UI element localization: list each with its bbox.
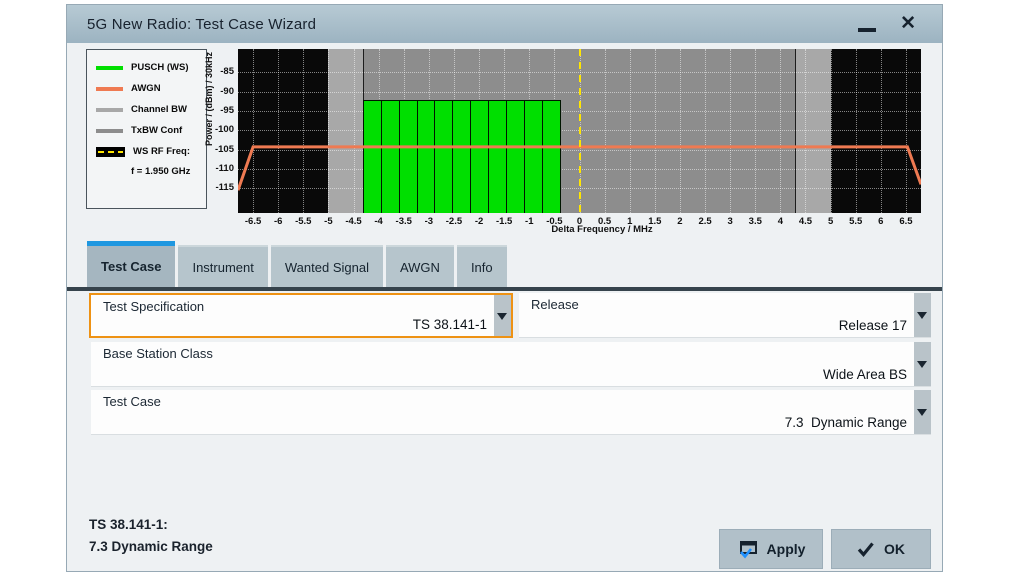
test-case-field[interactable]: Test Case 7.3 Dynamic Range [91,390,931,435]
chevron-down-icon[interactable] [914,390,931,434]
legend-item-label: Channel BW [131,104,187,115]
minimize-button[interactable] [856,13,878,35]
apply-button[interactable]: Apply [719,529,823,569]
check-icon [857,541,875,557]
channel-bw-swatch-icon [96,108,123,112]
legend-item-channel-bw: Channel BW [87,99,206,120]
close-button[interactable]: ✕ [900,13,916,35]
txbw-conf-swatch-icon [96,129,123,133]
legend-item-ws-rf-freq: WS RF Freq: [87,141,206,162]
legend-item-pusch-ws: PUSCH (WS) [87,57,206,78]
tab-divider [67,287,942,291]
ws-rf-freq-swatch-icon [96,147,125,157]
legend-item-label: WS RF Freq: [133,146,190,157]
spectrum-preview-panel: PUSCH (WS) AWGN Channel BW TxBW Conf WS RF F… [67,43,942,241]
titlebar: 5G New Radio: Test Case Wizard ✕ [67,5,942,43]
minimize-icon [858,28,876,32]
y-tick-label: -100 [208,124,234,135]
tab-test-case[interactable]: Test Case [87,241,175,287]
screen: { "window": { "title": "5G New Radio: Te… [0,0,1024,576]
legend-item-label: AWGN [131,83,161,94]
y-tick-label: -105 [208,144,234,155]
y-tick-label: -110 [208,163,234,174]
tab-bar: Test CaseInstrumentWanted SignalAWGNInfo [87,241,507,287]
base-station-class-value: Wide Area BS [823,367,907,382]
legend-item-label: PUSCH (WS) [131,62,189,73]
test-case-label: Test Case [103,394,161,409]
release-value: Release 17 [839,318,907,333]
test-specification-label: Test Specification [103,299,204,314]
legend-frequency-value: f = 1.950 GHz [131,166,206,177]
awgn-swatch-icon [96,87,123,91]
status-spec-line: TS 38.141-1: [89,517,168,532]
tab-info[interactable]: Info [457,245,507,287]
test-case-value: 7.3 Dynamic Range [785,415,907,430]
base-station-class-field[interactable]: Base Station Class Wide Area BS [91,342,931,387]
chart-legend: PUSCH (WS) AWGN Channel BW TxBW Conf WS RF F… [86,49,207,209]
release-label: Release [531,297,579,312]
y-tick-label: -115 [208,182,234,193]
pusch-ws-swatch-icon [96,66,123,70]
test-case-wizard-dialog: 5G New Radio: Test Case Wizard ✕ PUSCH (… [66,4,943,572]
spectrum-plot [238,49,921,213]
x-axis-label: Delta Frequency / MHz [522,224,682,235]
legend-item-label: TxBW Conf [131,125,182,136]
release-field[interactable]: Release Release 17 [519,293,931,338]
chevron-down-icon[interactable] [494,295,511,336]
ok-button-label: OK [884,541,905,557]
close-icon: ✕ [900,13,916,34]
status-testcase-line: 7.3 Dynamic Range [89,539,213,554]
y-tick-label: -95 [208,105,234,116]
legend-items: PUSCH (WS) AWGN Channel BW TxBW Conf WS RF F… [87,57,206,162]
apply-button-label: Apply [767,541,806,557]
y-tick-label: -85 [208,66,234,77]
ws-rf-freq-marker [579,49,581,213]
base-station-class-label: Base Station Class [103,346,213,361]
window-title: 5G New Radio: Test Case Wizard [67,16,316,33]
x-tick-label: 6.5 [889,216,923,227]
tab-awgn[interactable]: AWGN [386,245,454,287]
legend-item-awgn: AWGN [87,78,206,99]
ok-button[interactable]: OK [831,529,931,569]
tab-wanted-signal[interactable]: Wanted Signal [271,245,383,287]
y-tick-label: -90 [208,86,234,97]
chevron-down-icon[interactable] [914,293,931,337]
apply-window-check-icon [737,540,758,559]
legend-item-txbw-conf: TxBW Conf [87,120,206,141]
test-specification-value: TS 38.141-1 [413,317,487,332]
window-controls: ✕ [856,5,916,43]
chevron-down-icon[interactable] [914,342,931,386]
tab-instrument[interactable]: Instrument [178,245,267,287]
test-specification-field[interactable]: Test Specification TS 38.141-1 [89,293,513,338]
